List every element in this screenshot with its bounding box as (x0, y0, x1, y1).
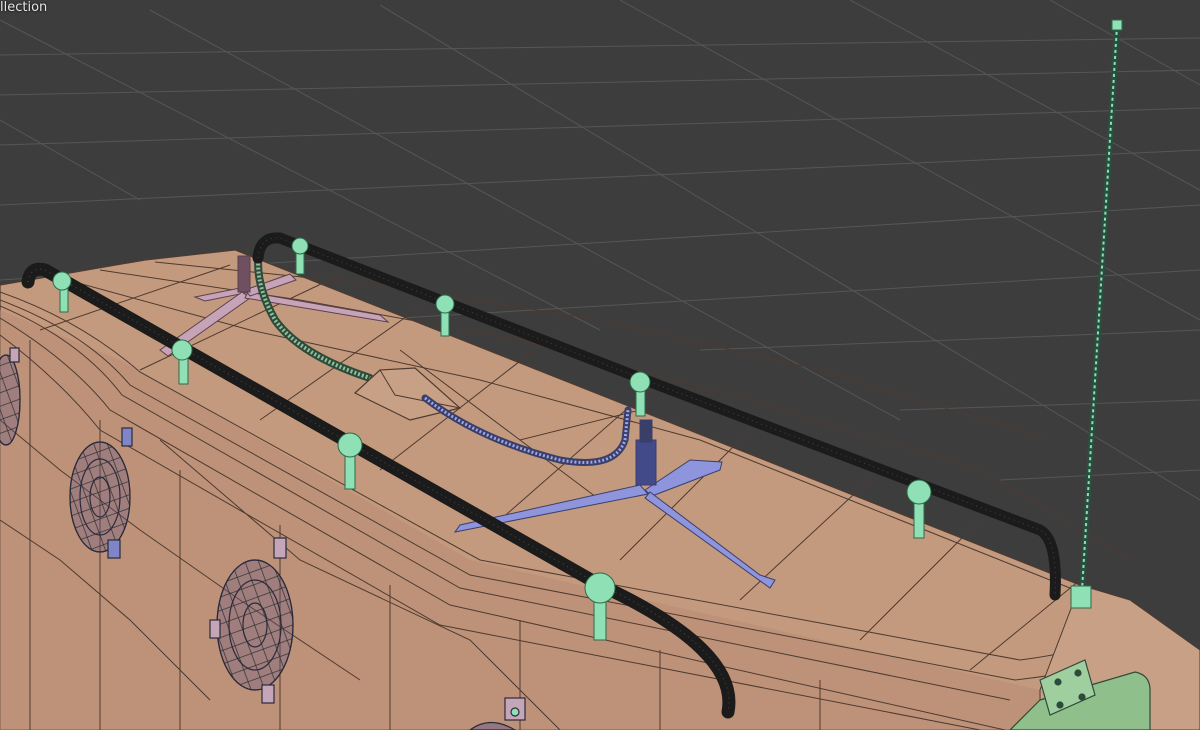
rail-support (291, 237, 309, 275)
roof-body[interactable] (0, 249, 1200, 730)
collection-label: llection (0, 0, 48, 15)
antenna[interactable] (1070, 19, 1123, 609)
3d-viewport[interactable]: llection (0, 0, 1200, 730)
scene-canvas[interactable] (0, 0, 1200, 730)
